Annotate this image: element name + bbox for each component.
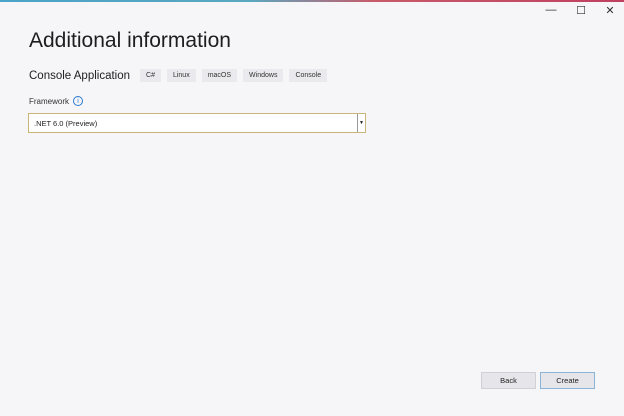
tag: Console [289,69,328,82]
tag: Linux [166,69,196,82]
tag: macOS [201,69,238,82]
minimize-button[interactable]: — [541,4,561,16]
chevron-down-icon[interactable]: ▼ [357,114,365,132]
tag: Windows [243,69,284,82]
page-title: Additional information [29,29,231,52]
framework-value: .NET 6.0 (Preview) [34,118,98,128]
framework-label: Framework [29,96,70,106]
project-info: Console Application C# Linux macOS Windo… [29,69,333,82]
accent-bar [0,0,624,2]
create-button[interactable]: Create [540,372,595,389]
info-icon[interactable]: i [73,96,84,106]
framework-label-row: Framework i [29,96,84,106]
back-button[interactable]: Back [481,372,536,389]
close-button[interactable]: ✕ [600,4,620,17]
framework-select[interactable]: .NET 6.0 (Preview) ▼ [28,113,366,133]
maximize-button[interactable]: ☐ [571,4,591,17]
project-name: Console Application [29,69,131,82]
tag: C# [140,69,161,82]
